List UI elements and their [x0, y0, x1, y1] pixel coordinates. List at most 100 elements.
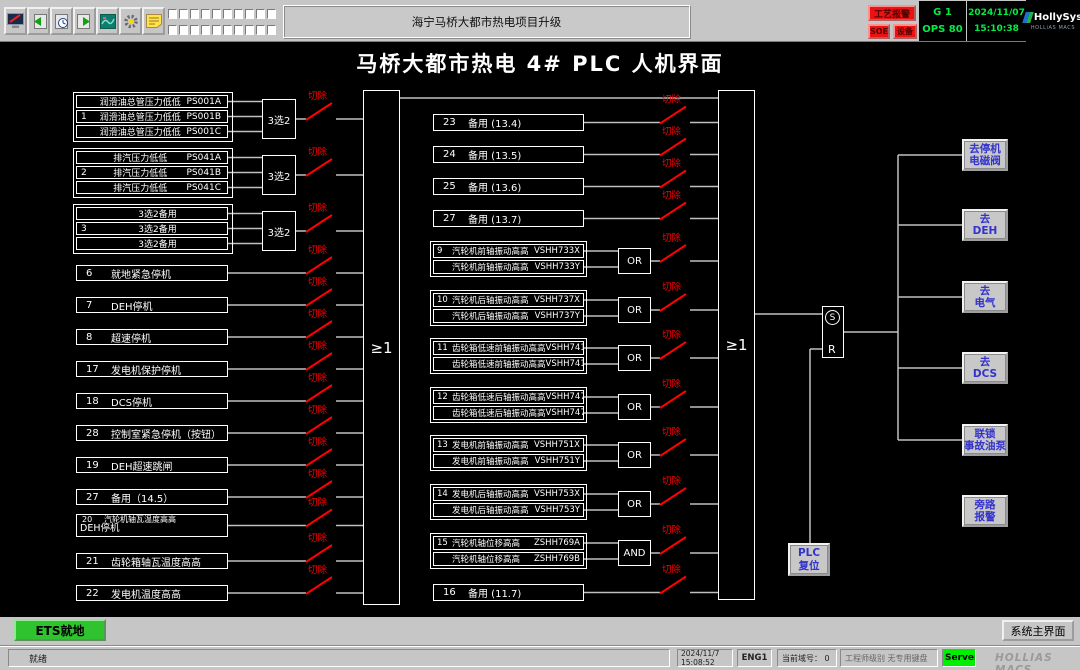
bypass-switch[interactable]: [306, 159, 332, 176]
input-block[interactable]: 8超速停机: [76, 329, 228, 345]
interlock-oil-pump-button[interactable]: 联锁事故油泵: [962, 424, 1008, 456]
bypass-switch[interactable]: [660, 391, 686, 408]
input-block[interactable]: 13发电机前轴振动高高VSHH751X: [433, 438, 584, 452]
indicator-checkbox[interactable]: [245, 25, 254, 35]
input-block[interactable]: 3选2备用: [76, 207, 228, 220]
indicator-checkbox[interactable]: [201, 25, 210, 35]
input-block[interactable]: 齿轮箱低速后轴振动高高VSHH747Y: [433, 406, 584, 420]
indicator-checkbox[interactable]: [245, 9, 254, 19]
bypass-switch[interactable]: [306, 577, 332, 594]
page-clock-button[interactable]: [50, 7, 73, 35]
bypass-switch[interactable]: [306, 481, 332, 498]
input-block[interactable]: 排汽压力低低PS041A: [76, 151, 228, 164]
bypass-switch[interactable]: [660, 139, 686, 156]
input-block[interactable]: 14发电机后轴振动高高VSHH753X: [433, 487, 584, 501]
indicator-checkbox[interactable]: [267, 9, 276, 19]
note-button[interactable]: [142, 7, 165, 35]
bypass-alarm-button[interactable]: 旁路报警: [962, 495, 1008, 527]
input-block[interactable]: 15汽轮机轴位移高高ZSHH769A: [433, 536, 584, 550]
indicator-checkbox[interactable]: [179, 25, 188, 35]
indicator-checkbox[interactable]: [234, 25, 243, 35]
indicator-checkbox[interactable]: [212, 25, 221, 35]
indicator-checkbox[interactable]: [168, 9, 177, 19]
bypass-switch[interactable]: [660, 342, 686, 359]
bypass-switch[interactable]: [660, 245, 686, 262]
goto-trip-solenoid-button[interactable]: 去停机电磁阀: [962, 139, 1008, 171]
input-block[interactable]: 10汽轮机后轴振动高高VSHH737X: [433, 293, 584, 307]
process-alarm-button[interactable]: 工艺报警: [868, 5, 916, 21]
bypass-switch[interactable]: [306, 545, 332, 562]
monitor-button[interactable]: [4, 7, 27, 35]
indicator-checkbox[interactable]: [168, 25, 177, 35]
bypass-switch[interactable]: [306, 417, 332, 434]
trend-button[interactable]: [96, 7, 119, 35]
bypass-switch[interactable]: [660, 488, 686, 505]
indicator-checkbox[interactable]: [179, 9, 188, 19]
input-block[interactable]: 排汽压力低低PS041C: [76, 181, 228, 194]
bypass-switch[interactable]: [660, 439, 686, 456]
input-block[interactable]: 25备用 (13.6): [433, 178, 584, 195]
input-block[interactable]: 22发电机温度高高: [76, 585, 228, 601]
goto-electrical-button[interactable]: 去电气: [962, 281, 1008, 313]
bypass-switch[interactable]: [306, 215, 332, 232]
input-block[interactable]: 18DCS停机: [76, 393, 228, 409]
indicator-checkbox[interactable]: [256, 9, 265, 19]
indicator-checkbox[interactable]: [212, 9, 221, 19]
input-block[interactable]: 24备用 (13.5): [433, 146, 584, 163]
input-block[interactable]: 21齿轮箱轴瓦温度高高: [76, 553, 228, 569]
indicator-checkbox[interactable]: [190, 9, 199, 19]
input-block[interactable]: 润滑油总管压力低低PS001C: [76, 125, 228, 138]
page-export-button[interactable]: [73, 7, 96, 35]
device-alarm-button[interactable]: 设备: [893, 24, 917, 39]
input-block[interactable]: 17发电机保护停机: [76, 361, 228, 377]
bypass-switch[interactable]: [306, 289, 332, 306]
goto-dcs-button[interactable]: 去DCS: [962, 352, 1008, 384]
input-block[interactable]: 6就地紧急停机: [76, 265, 228, 281]
input-block[interactable]: 发电机后轴振动高高VSHH753Y: [433, 503, 584, 517]
input-block[interactable]: 27备用 (13.7): [433, 210, 584, 227]
indicator-checkbox[interactable]: [234, 9, 243, 19]
input-block[interactable]: 23备用 (13.4): [433, 114, 584, 131]
indicator-checkbox[interactable]: [256, 25, 265, 35]
indicator-checkbox[interactable]: [190, 25, 199, 35]
input-block[interactable]: 润滑油总管压力低低PS001A: [76, 95, 228, 108]
bypass-switch[interactable]: [306, 449, 332, 466]
bypass-switch[interactable]: [306, 257, 332, 274]
indicator-checkbox[interactable]: [223, 9, 232, 19]
input-block[interactable]: 2排汽压力低低PS041B: [76, 166, 228, 179]
bypass-switch[interactable]: [660, 171, 686, 188]
bypass-switch[interactable]: [660, 294, 686, 311]
input-block[interactable]: 9汽轮机前轴振动高高VSHH733X: [433, 244, 584, 258]
input-block[interactable]: 16备用 (11.7): [433, 584, 584, 601]
input-block[interactable]: 11齿轮箱低速前轴振动高高VSHH741X: [433, 341, 584, 355]
bypass-switch[interactable]: [660, 577, 686, 594]
input-block[interactable]: 20汽轮机轴瓦温度高高DEH停机: [76, 514, 228, 537]
input-block[interactable]: 汽轮机前轴振动高高VSHH733Y: [433, 260, 584, 274]
input-block[interactable]: 3选2备用: [76, 237, 228, 250]
settings-button[interactable]: [119, 7, 142, 35]
plc-reset-button[interactable]: PLC复位: [788, 543, 830, 576]
input-block[interactable]: 12齿轮箱低速后轴振动高高VSHH747X: [433, 390, 584, 404]
bypass-switch[interactable]: [306, 385, 332, 402]
bypass-switch[interactable]: [306, 353, 332, 370]
bypass-switch[interactable]: [306, 510, 332, 527]
indicator-checkbox[interactable]: [223, 25, 232, 35]
input-block[interactable]: 发电机前轴振动高高VSHH751Y: [433, 454, 584, 468]
input-block[interactable]: 33选2备用: [76, 222, 228, 235]
input-block[interactable]: 1润滑油总管压力低低PS001B: [76, 110, 228, 123]
input-block[interactable]: 汽轮机后轴振动高高VSHH737Y: [433, 309, 584, 323]
bypass-switch[interactable]: [660, 107, 686, 124]
page-import-button[interactable]: [27, 7, 50, 35]
bypass-switch[interactable]: [660, 203, 686, 220]
input-block[interactable]: 28控制室紧急停机（按钮）: [76, 425, 228, 441]
goto-deh-button[interactable]: 去DEH: [962, 209, 1008, 241]
indicator-checkbox[interactable]: [267, 25, 276, 35]
input-block[interactable]: 汽轮机轴位移高高ZSHH769B: [433, 552, 584, 566]
input-block[interactable]: 7DEH停机: [76, 297, 228, 313]
bypass-switch[interactable]: [660, 537, 686, 554]
ets-local-button[interactable]: ETS就地: [14, 619, 106, 641]
indicator-checkbox[interactable]: [201, 9, 210, 19]
input-block[interactable]: 齿轮箱低速前轴振动高高VSHH741Y: [433, 357, 584, 371]
input-block[interactable]: 19DEH超速跳闸: [76, 457, 228, 473]
input-block[interactable]: 27备用（14.5）: [76, 489, 228, 505]
